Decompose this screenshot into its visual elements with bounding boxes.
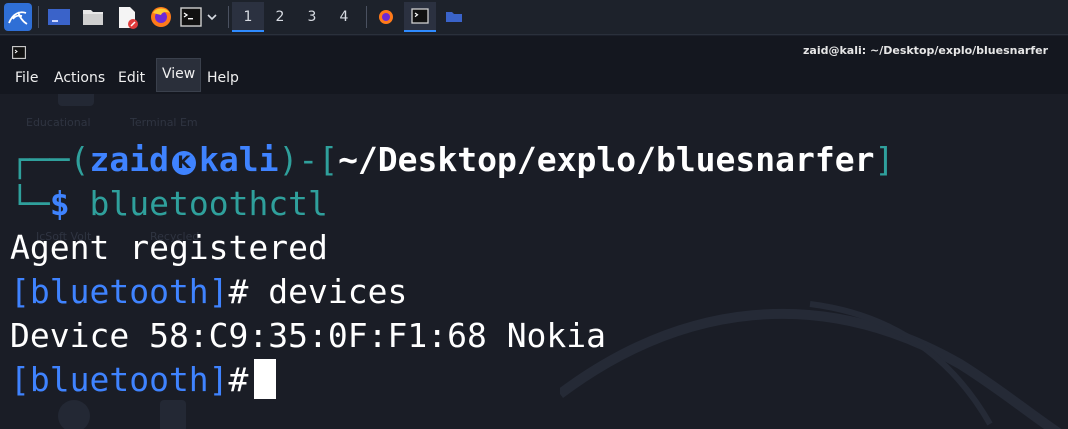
output-line: Device 58:C9:35:0F:F1:68 Nokia — [10, 316, 607, 355]
typed-command: devices — [268, 272, 408, 311]
taskbar-window-terminal[interactable] — [404, 2, 436, 32]
menu-help[interactable]: Help — [202, 62, 244, 94]
prompt-frame-close: ] — [874, 140, 895, 179]
command-line: └─$ bluetoothctl — [10, 182, 328, 226]
bt-input-line[interactable]: [bluetooth]# — [10, 358, 277, 402]
prompt-line: ┌──(zaid Kkali)-[~/Desktop/explo/bluesnar… — [10, 138, 894, 182]
prompt-dollar: $ — [49, 184, 70, 223]
menu-file[interactable]: File — [10, 62, 43, 94]
desktop-ghost-icon — [160, 400, 186, 429]
menu-view[interactable]: View — [156, 58, 202, 92]
taskbar-separator — [38, 6, 39, 28]
window-title: zaid@kali: ~/Desktop/explo/bluesnarfer — [803, 44, 1048, 57]
show-desktop-icon[interactable] — [46, 3, 72, 31]
prompt-frame-open: ┌──( — [10, 140, 90, 179]
kali-prompt-icon: K — [171, 151, 196, 175]
terminal-window-icon — [12, 44, 26, 63]
kali-menu-icon[interactable] — [4, 3, 32, 31]
text-cursor — [254, 359, 277, 399]
desktop-ghost-label: Terminal Em — [130, 116, 198, 129]
taskbar-separator — [366, 6, 367, 28]
prompt-hash: # — [228, 360, 249, 399]
bluetooth-prompt: [bluetooth] — [10, 360, 229, 399]
menu-bar: File Actions Edit View Help — [0, 58, 1068, 94]
prompt-user: zaid — [89, 140, 169, 179]
desktop-ghost-icon — [58, 94, 94, 106]
workspace-4[interactable]: 4 — [328, 2, 360, 32]
prompt-cwd: ~/Desktop/explo/bluesnarfer — [338, 140, 875, 179]
prompt-host: kali — [198, 140, 279, 179]
typed-command: bluetoothctl — [89, 184, 328, 223]
menu-edit[interactable]: Edit — [113, 62, 150, 94]
chevron-down-icon[interactable] — [204, 3, 220, 31]
kali-dragon-watermark — [560, 301, 1062, 429]
taskbar-window-folder[interactable] — [438, 2, 470, 30]
file-manager-icon[interactable] — [80, 3, 106, 31]
menu-actions[interactable]: Actions — [49, 62, 110, 94]
firefox-icon[interactable] — [148, 3, 174, 31]
prompt-frame-lower: └─ — [10, 184, 50, 223]
taskbar-window-firefox[interactable] — [370, 2, 402, 30]
output-line: Agent registered — [10, 228, 328, 267]
prompt-frame-mid: )-[ — [278, 140, 339, 179]
desktop-ghost-label: Educational — [26, 116, 91, 129]
workspace-1[interactable]: 1 — [232, 2, 264, 32]
bt-command-line: [bluetooth]# devices — [10, 270, 407, 314]
workspace-3[interactable]: 3 — [296, 2, 328, 32]
taskbar: 1 2 3 4 — [0, 0, 1068, 35]
text-editor-icon[interactable] — [114, 3, 140, 31]
workspace-2[interactable]: 2 — [264, 2, 296, 32]
bluetooth-prompt: [bluetooth] — [10, 272, 229, 311]
terminal-output[interactable]: Educational Terminal Em IcSoft Volt Recy… — [0, 94, 1068, 429]
prompt-hash: # — [228, 272, 249, 311]
desktop-ghost-icon — [58, 400, 90, 429]
terminal-launcher-icon[interactable] — [180, 3, 202, 31]
taskbar-separator — [228, 6, 229, 28]
